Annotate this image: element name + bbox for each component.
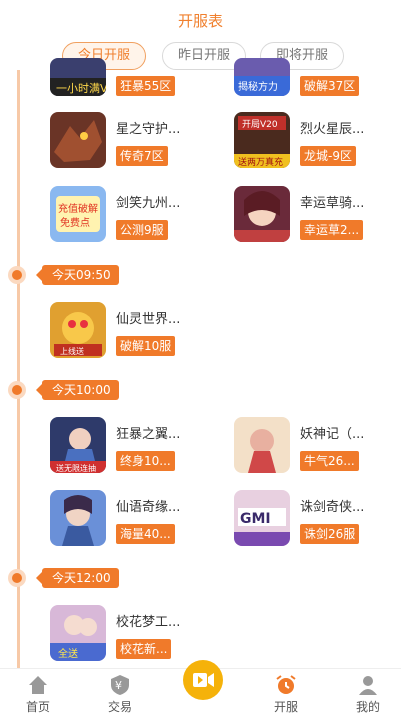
time-label: 今天09:50 — [36, 265, 119, 285]
tab-trade[interactable]: ¥ 交易 — [90, 669, 150, 713]
game-thumbnail: 一小时满V — [50, 58, 106, 96]
game-thumbnail — [234, 186, 290, 242]
tab-home[interactable]: 首页 — [8, 669, 68, 713]
video-icon — [193, 673, 214, 687]
svg-text:揭秘方力: 揭秘方力 — [238, 80, 278, 93]
svg-text:送两万真充: 送两万真充 — [238, 156, 283, 168]
home-icon — [26, 673, 50, 697]
game-card[interactable]: 仙语奇缘... 海量40... — [50, 490, 240, 550]
svg-text:上线送: 上线送 — [60, 346, 84, 356]
video-button[interactable] — [183, 660, 223, 700]
game-name: 诛剑奇侠... — [300, 500, 365, 515]
game-name: 幸运草骑... — [300, 196, 365, 211]
svg-text:开局V20: 开局V20 — [242, 119, 278, 130]
server-badge: 牛气26... — [300, 451, 359, 471]
server-badge: 公测9服 — [116, 220, 168, 240]
tab-label: 首页 — [25, 700, 50, 713]
game-card[interactable]: 揭秘方力 破解37区 — [234, 58, 401, 118]
time-marker: 今天10:00 — [8, 380, 128, 400]
time-marker: 今天09:50 — [8, 265, 128, 285]
game-name: 星之守护... — [116, 122, 181, 137]
game-card[interactable]: GMI 诛剑奇侠... 诛剑26服 — [234, 490, 401, 550]
game-name: 烈火星辰... — [300, 122, 365, 137]
game-card[interactable]: 妖神记（... 牛气26... — [234, 417, 401, 477]
server-badge: 海量40... — [116, 524, 175, 544]
game-name: 狂暴之翼... — [116, 427, 181, 442]
server-badge: 狂暴55区 — [116, 76, 176, 96]
svg-text:全送: 全送 — [58, 647, 78, 660]
game-card[interactable]: 充值破解 免费点 剑笑九州... 公测9服 — [50, 186, 240, 246]
svg-text:充值破解: 充值破解 — [58, 202, 98, 215]
game-name: 妖神记（... — [300, 427, 365, 442]
alarm-clock-icon — [274, 673, 298, 697]
server-badge: 破解37区 — [300, 76, 360, 96]
tab-label: 开服 — [273, 700, 298, 713]
svg-text:送无限连抽: 送无限连抽 — [56, 463, 96, 473]
game-name: 校花梦工... — [116, 615, 181, 630]
game-card[interactable]: 上线送 仙灵世界... 破解10服 — [50, 302, 240, 362]
yen-shield-icon: ¥ — [108, 673, 132, 697]
game-thumbnail: 充值破解 免费点 — [50, 186, 106, 242]
server-badge: 终身10... — [116, 451, 175, 471]
server-badge: 幸运草2... — [300, 220, 364, 240]
server-badge: 传奇7区 — [116, 146, 168, 166]
time-marker: 今天12:00 — [8, 568, 128, 588]
tab-servers[interactable]: 开服 — [256, 669, 316, 713]
game-card[interactable]: 全送 校花梦工... 校花新... — [50, 605, 240, 665]
game-thumbnail — [50, 490, 106, 546]
game-name: 仙灵世界... — [116, 312, 181, 327]
game-card[interactable]: 星之守护... 传奇7区 — [50, 112, 240, 172]
server-badge: 诛剑26服 — [300, 524, 360, 544]
server-badge: 校花新... — [116, 639, 172, 659]
user-icon — [356, 673, 380, 697]
game-thumbnail: 开局V20 送两万真充 — [234, 112, 290, 168]
svg-text:一小时满V: 一小时满V — [56, 82, 106, 95]
timeline-dot — [8, 266, 26, 284]
game-card[interactable]: 送无限连抽 狂暴之翼... 终身10... — [50, 417, 240, 477]
tab-label: 交易 — [107, 700, 132, 713]
game-thumbnail — [234, 417, 290, 473]
header-bar: 开服表 — [0, 0, 401, 40]
game-thumbnail: 揭秘方力 — [234, 58, 290, 96]
game-thumbnail: GMI — [234, 490, 290, 546]
server-badge: 龙城-9区 — [300, 146, 356, 166]
server-badge: 破解10服 — [116, 336, 176, 356]
game-thumbnail: 全送 — [50, 605, 106, 661]
game-thumbnail: 送无限连抽 — [50, 417, 106, 473]
game-thumbnail — [50, 112, 106, 168]
tab-mine[interactable]: 我的 — [338, 669, 398, 713]
game-card[interactable]: 幸运草骑... 幸运草2... — [234, 186, 401, 246]
svg-text:免费点: 免费点 — [60, 216, 90, 229]
svg-text:¥: ¥ — [115, 679, 122, 692]
page-title: 开服表 — [177, 12, 223, 30]
timeline-dot — [8, 569, 26, 587]
timeline-dot — [8, 381, 26, 399]
tab-label: 我的 — [355, 700, 380, 713]
time-label: 今天12:00 — [36, 568, 119, 588]
svg-text:GMI: GMI — [240, 511, 271, 527]
time-label: 今天10:00 — [36, 380, 119, 400]
game-thumbnail: 上线送 — [50, 302, 106, 358]
game-name: 剑笑九州... — [116, 196, 181, 211]
game-card[interactable]: 一小时满V 狂暴55区 — [50, 58, 240, 118]
game-card[interactable]: 开局V20 送两万真充 烈火星辰... 龙城-9区 — [234, 112, 401, 172]
game-name: 仙语奇缘... — [116, 500, 181, 515]
